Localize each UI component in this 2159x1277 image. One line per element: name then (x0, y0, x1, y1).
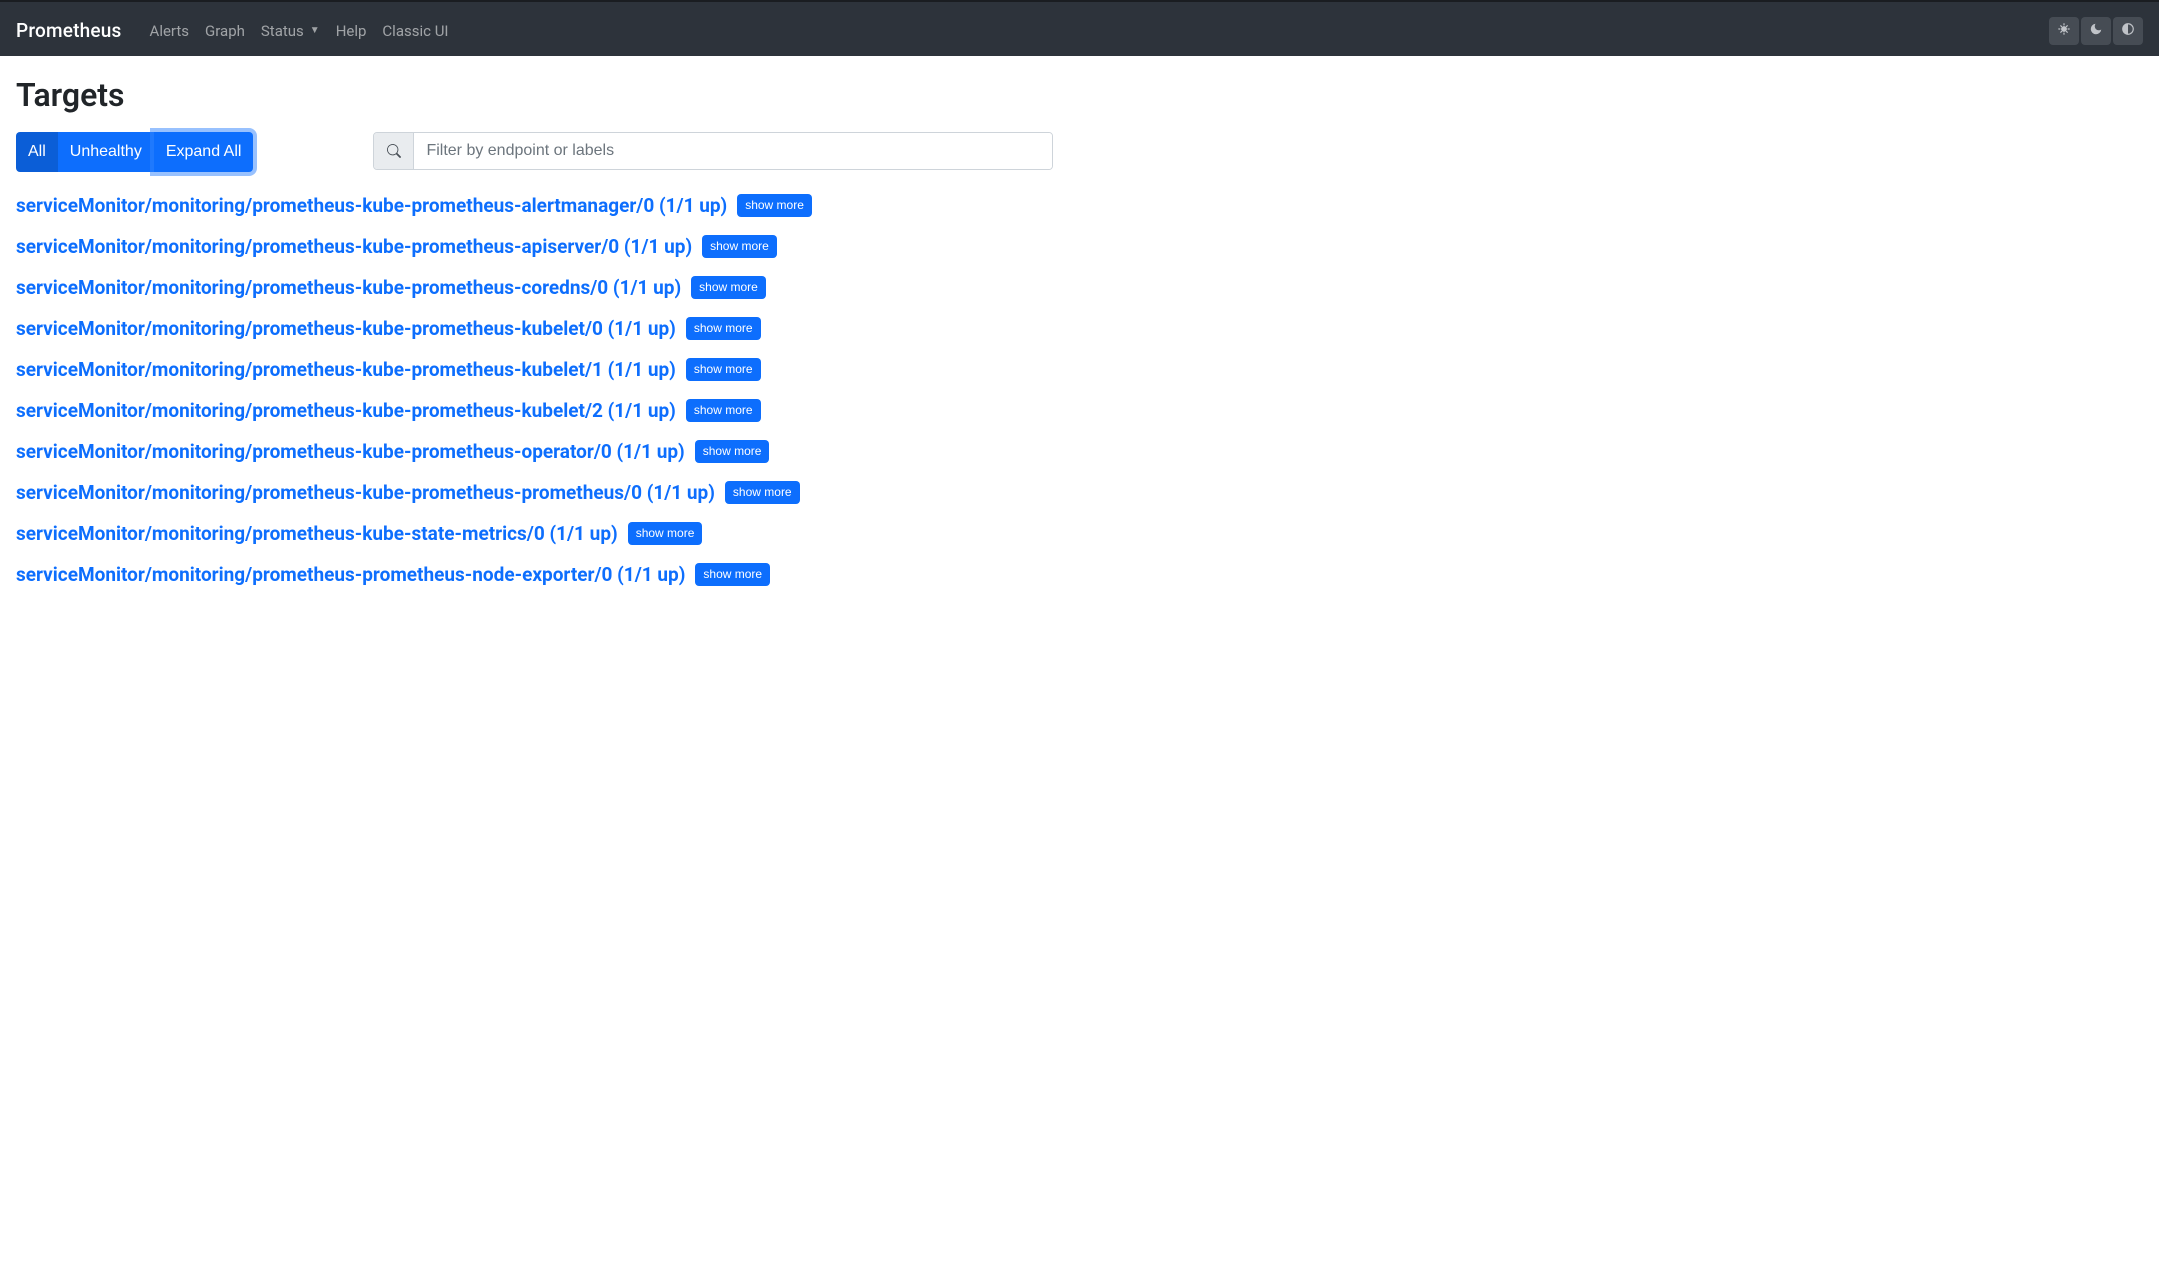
show-more-button[interactable]: show more (695, 563, 770, 585)
navbar-right (2047, 17, 2143, 45)
target-group-row: serviceMonitor/monitoring/prometheus-kub… (16, 317, 2143, 340)
show-more-button[interactable]: show more (691, 276, 766, 298)
nav-help[interactable]: Help (336, 22, 367, 40)
expand-all-button[interactable]: Expand All (154, 132, 254, 172)
search-icon (374, 133, 414, 169)
moon-icon (2089, 22, 2103, 39)
target-group-link[interactable]: serviceMonitor/monitoring/prometheus-kub… (16, 399, 676, 422)
show-more-button[interactable]: show more (695, 440, 770, 462)
target-group-row: serviceMonitor/monitoring/prometheus-kub… (16, 235, 2143, 258)
theme-dark-button[interactable] (2081, 17, 2111, 45)
nav-links: Alerts Graph Status ▼ Help Classic UI (150, 22, 449, 40)
sun-icon (2057, 22, 2071, 39)
filter-all-button[interactable]: All (16, 132, 58, 172)
show-more-button[interactable]: show more (702, 235, 777, 257)
target-group-row: serviceMonitor/monitoring/prometheus-kub… (16, 481, 2143, 504)
target-group-link[interactable]: serviceMonitor/monitoring/prometheus-kub… (16, 481, 715, 504)
search-wrapper (373, 132, 1053, 170)
target-group-row: serviceMonitor/monitoring/prometheus-pro… (16, 563, 2143, 586)
main-container: Targets All Unhealthy Expand All service… (0, 56, 2159, 628)
target-group-link[interactable]: serviceMonitor/monitoring/prometheus-kub… (16, 317, 676, 340)
target-group-row: serviceMonitor/monitoring/prometheus-kub… (16, 522, 2143, 545)
target-group-link[interactable]: serviceMonitor/monitoring/prometheus-kub… (16, 194, 727, 217)
search-input[interactable] (414, 133, 1052, 169)
target-group-link[interactable]: serviceMonitor/monitoring/prometheus-kub… (16, 276, 681, 299)
target-group-link[interactable]: serviceMonitor/monitoring/prometheus-kub… (16, 358, 676, 381)
top-navbar: Prometheus Alerts Graph Status ▼ Help Cl… (0, 2, 2159, 56)
target-groups: serviceMonitor/monitoring/prometheus-kub… (16, 194, 2143, 586)
caret-down-icon: ▼ (310, 25, 320, 36)
target-group-link[interactable]: serviceMonitor/monitoring/prometheus-kub… (16, 235, 692, 258)
nav-classic-ui[interactable]: Classic UI (382, 22, 448, 40)
controls-row: All Unhealthy Expand All (16, 132, 2143, 172)
show-more-button[interactable]: show more (686, 399, 761, 421)
target-group-row: serviceMonitor/monitoring/prometheus-kub… (16, 194, 2143, 217)
nav-alerts[interactable]: Alerts (150, 22, 190, 40)
brand-title[interactable]: Prometheus (16, 19, 122, 42)
target-group-row: serviceMonitor/monitoring/prometheus-kub… (16, 440, 2143, 463)
show-more-button[interactable]: show more (686, 358, 761, 380)
nav-status-label: Status (261, 22, 304, 40)
show-more-button[interactable]: show more (737, 194, 812, 216)
page-title: Targets (16, 76, 2143, 114)
show-more-button[interactable]: show more (686, 317, 761, 339)
theme-light-button[interactable] (2049, 17, 2079, 45)
target-group-link[interactable]: serviceMonitor/monitoring/prometheus-pro… (16, 563, 685, 586)
filter-button-group: All Unhealthy Expand All (16, 132, 253, 172)
target-group-row: serviceMonitor/monitoring/prometheus-kub… (16, 399, 2143, 422)
target-group-row: serviceMonitor/monitoring/prometheus-kub… (16, 358, 2143, 381)
contrast-icon (2121, 22, 2135, 39)
theme-auto-button[interactable] (2113, 17, 2143, 45)
show-more-button[interactable]: show more (628, 522, 703, 544)
target-group-link[interactable]: serviceMonitor/monitoring/prometheus-kub… (16, 522, 618, 545)
show-more-button[interactable]: show more (725, 481, 800, 503)
target-group-row: serviceMonitor/monitoring/prometheus-kub… (16, 276, 2143, 299)
filter-unhealthy-button[interactable]: Unhealthy (58, 132, 154, 172)
nav-status[interactable]: Status ▼ (261, 22, 320, 40)
target-group-link[interactable]: serviceMonitor/monitoring/prometheus-kub… (16, 440, 685, 463)
navbar-left: Prometheus Alerts Graph Status ▼ Help Cl… (16, 19, 449, 42)
nav-graph[interactable]: Graph (205, 22, 245, 40)
